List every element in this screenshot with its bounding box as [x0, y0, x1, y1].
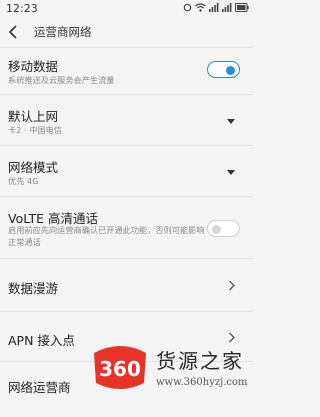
- status-icons: [183, 3, 249, 12]
- default-network-subtitle: 卡2 · 中国电信: [8, 125, 62, 135]
- divider: [0, 145, 253, 146]
- battery-icon: [235, 3, 249, 12]
- dropdown-arrow-icon: [227, 119, 235, 124]
- title-bar: 运营商网络: [0, 17, 253, 47]
- network-operator-title: 网络运营商: [8, 380, 71, 395]
- data-roaming-row[interactable]: 数据漫游: [0, 260, 253, 310]
- divider: [0, 258, 253, 259]
- volte-row[interactable]: VoLTE 高清通话 启用前应先向运营商确认已开通此功能，否则可能影响正常通话: [0, 198, 253, 252]
- watermark-name: 货源之家: [156, 349, 244, 373]
- watermark-360-logo: 360: [94, 346, 146, 389]
- watermark-url: www.360hyzj.com: [156, 377, 248, 388]
- divider: [0, 94, 253, 95]
- dropdown-arrow-icon: [227, 170, 235, 175]
- toggle-knob: [212, 225, 221, 234]
- back-button[interactable]: [5, 23, 23, 41]
- mobile-data-title: 移动数据: [8, 59, 59, 74]
- page-title: 运营商网络: [34, 25, 92, 39]
- default-network-row[interactable]: 默认上网 卡2 · 中国电信: [0, 96, 253, 138]
- status-time: 12:23: [6, 2, 38, 15]
- volte-subtitle: 启用前应先向运营商确认已开通此功能，否则可能影响正常通话: [8, 225, 205, 247]
- signal-icon: [222, 3, 232, 12]
- wifi-icon: [195, 3, 206, 12]
- mobile-data-row[interactable]: 移动数据 系统推送及云服务会产生流量: [0, 48, 253, 90]
- mobile-data-toggle[interactable]: [207, 61, 240, 78]
- network-mode-title: 网络模式: [8, 160, 59, 175]
- divider: [0, 196, 253, 197]
- divider: [0, 311, 253, 312]
- apn-title: APN 接入点: [8, 333, 75, 348]
- chevron-right-icon: [229, 280, 235, 291]
- status-bar: 12:23: [0, 0, 253, 17]
- network-mode-row[interactable]: 网络模式 优先 4G: [0, 147, 253, 189]
- signal-icon: [209, 3, 219, 12]
- toggle-knob: [226, 66, 235, 75]
- back-arrow-icon: [8, 25, 17, 39]
- svg-text:360: 360: [99, 357, 141, 381]
- volte-toggle[interactable]: [207, 220, 240, 237]
- default-network-title: 默认上网: [8, 109, 59, 124]
- mobile-data-subtitle: 系统推送及云服务会产生流量: [8, 75, 115, 85]
- data-roaming-title: 数据漫游: [8, 281, 59, 296]
- notification-dot-icon: [183, 3, 192, 12]
- watermark: 360 货源之家 www.360hyzj.com: [90, 335, 253, 417]
- network-mode-subtitle: 优先 4G: [8, 176, 39, 186]
